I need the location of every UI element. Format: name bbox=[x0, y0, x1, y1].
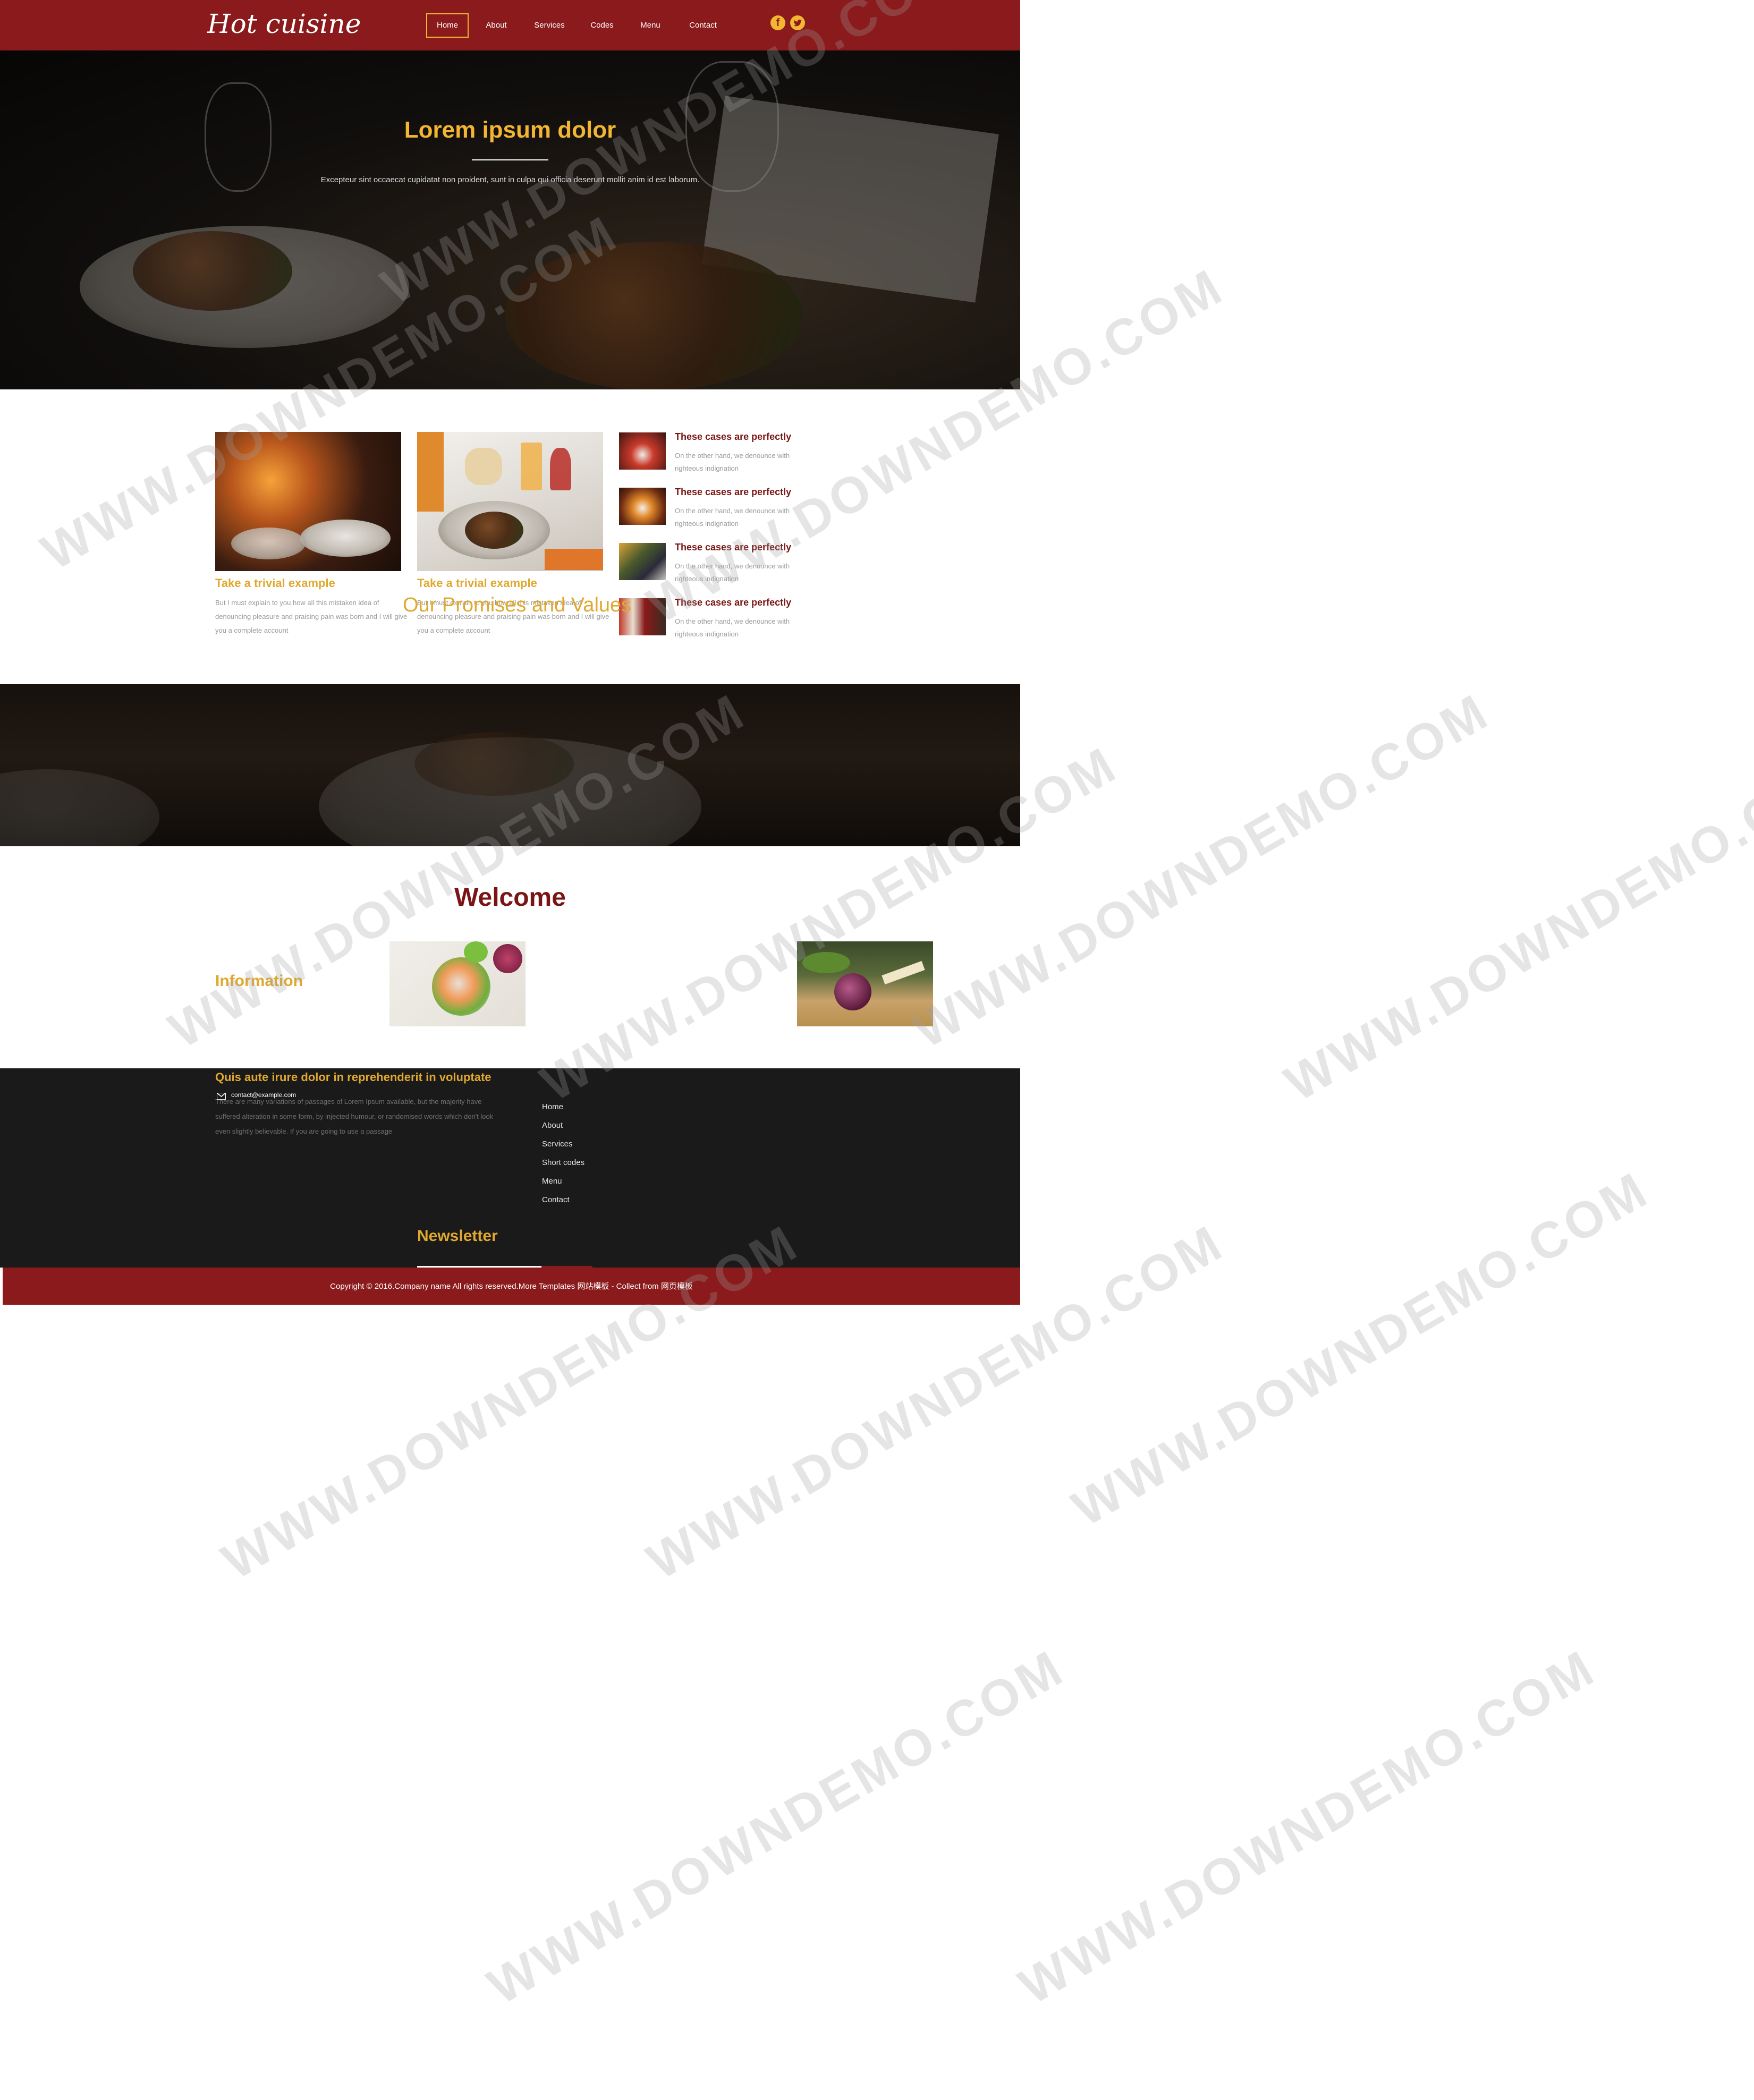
side-item-title: These cases are perfectly bbox=[675, 542, 792, 552]
hero-title: Lorem ipsum dolor bbox=[404, 117, 616, 143]
side-item-title: These cases are perfectly bbox=[675, 431, 792, 442]
promises-heading: Our Promises and Values bbox=[403, 594, 632, 616]
site-logo[interactable]: Hot cuisine bbox=[207, 5, 361, 42]
nav-about[interactable]: About bbox=[478, 13, 514, 38]
side-item-title: These cases are perfectly bbox=[675, 487, 792, 497]
welcome-heading: Welcome bbox=[454, 883, 566, 912]
feature-image-dish bbox=[417, 432, 603, 571]
footer-heading: Quis aute irure dolor in reprehenderit i… bbox=[215, 1070, 492, 1084]
side-item-title: These cases are perfectly bbox=[675, 597, 792, 608]
feature-title: Take a trivial example bbox=[215, 576, 335, 590]
footer-email[interactable]: contact@example.com bbox=[231, 1091, 296, 1099]
hero-divider bbox=[472, 159, 548, 160]
welcome-image-salad bbox=[389, 941, 526, 1026]
facebook-icon[interactable]: f bbox=[770, 15, 785, 30]
nav-menu[interactable]: Menu bbox=[637, 13, 664, 38]
watermark: WWW.DOWNDEMO.COM bbox=[1010, 1638, 1605, 2016]
hero-banner bbox=[0, 50, 1020, 389]
parallax-band bbox=[0, 684, 1020, 846]
footer-link-home[interactable]: Home bbox=[542, 1102, 563, 1111]
welcome-image-vegetables bbox=[797, 941, 933, 1026]
feature-image-restaurant bbox=[215, 432, 401, 571]
footer-text: There are many variations of passages of… bbox=[215, 1098, 494, 1135]
side-item-text: On the other hand, we denounce with righ… bbox=[675, 562, 790, 583]
watermark: WWW.DOWNDEMO.COM bbox=[1063, 1160, 1658, 1537]
feature-title: Take a trivial example bbox=[417, 576, 537, 590]
nav-codes[interactable]: Codes bbox=[587, 13, 617, 38]
footer-link-contact[interactable]: Contact bbox=[542, 1195, 570, 1204]
side-thumbnail bbox=[619, 432, 666, 470]
side-item-text: On the other hand, we denounce with righ… bbox=[675, 617, 790, 638]
hero-text: Excepteur sint occaecat cupidatat non pr… bbox=[320, 175, 700, 184]
footer-link-short-codes[interactable]: Short codes bbox=[542, 1158, 584, 1167]
nav-services[interactable]: Services bbox=[530, 13, 569, 38]
footer-link-services[interactable]: Services bbox=[542, 1140, 573, 1149]
side-item-text: On the other hand, we denounce with righ… bbox=[675, 507, 790, 528]
nav-home[interactable]: Home bbox=[426, 13, 469, 38]
newsletter-heading: Newsletter bbox=[417, 1227, 498, 1245]
side-thumbnail bbox=[619, 543, 666, 580]
information-heading: Information bbox=[215, 972, 303, 990]
watermark: WWW.DOWNDEMO.COM bbox=[478, 1638, 1074, 2016]
hero-overlay bbox=[0, 50, 1020, 389]
copyright-text: Copyright © 2016.Company name All rights… bbox=[330, 1282, 693, 1291]
mail-icon bbox=[217, 1093, 226, 1100]
twitter-icon[interactable] bbox=[790, 15, 805, 30]
side-thumbnail bbox=[619, 488, 666, 525]
nav-contact[interactable]: Contact bbox=[684, 13, 722, 38]
side-item-text: On the other hand, we denounce with righ… bbox=[675, 452, 790, 472]
feature-text: But I must explain to you how all this m… bbox=[215, 599, 408, 634]
footer-link-about[interactable]: About bbox=[542, 1121, 563, 1130]
watermark: WWW.DOWNDEMO.COM bbox=[1275, 735, 1754, 1112]
site-footer bbox=[0, 1068, 1020, 1268]
footer-link-menu[interactable]: Menu bbox=[542, 1177, 562, 1186]
